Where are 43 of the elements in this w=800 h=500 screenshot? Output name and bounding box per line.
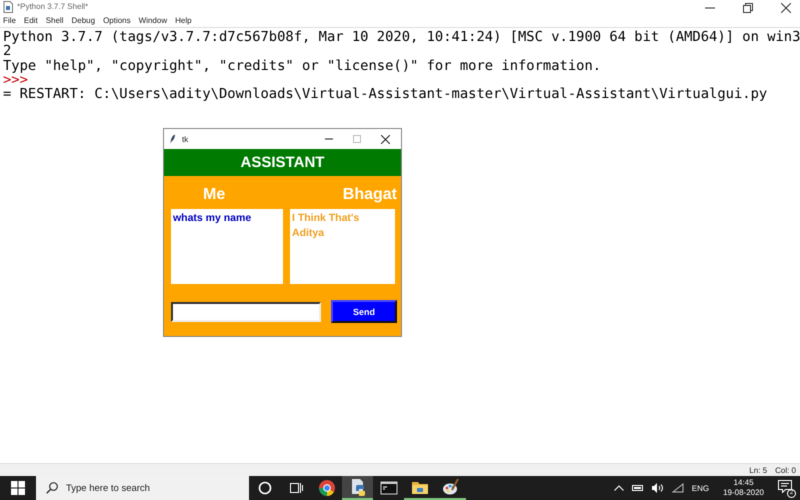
message-text: I Think That's Aditya — [292, 211, 360, 241]
caret-up-icon[interactable] — [614, 485, 624, 491]
clock-date[interactable]: 19-08-2020 — [723, 488, 764, 498]
menu-item[interactable]: Window — [138, 16, 168, 24]
menu-item[interactable]: File — [3, 16, 16, 24]
search-field[interactable]: Type here to search — [36, 476, 249, 500]
close-icon[interactable] — [781, 2, 791, 12]
taskbar-app[interactable] — [342, 476, 373, 500]
feather-icon — [170, 134, 176, 144]
notification-icon[interactable] — [778, 480, 792, 493]
menu-item[interactable]: Debug — [71, 16, 96, 24]
status-text: Ln: 5 — [749, 466, 768, 474]
speaker-icon[interactable] — [652, 483, 664, 493]
column-label: Bhagat — [342, 186, 397, 204]
taskbar-app[interactable] — [435, 476, 466, 500]
battery-icon[interactable] — [632, 484, 644, 492]
windows-logo-icon[interactable] — [11, 481, 25, 495]
column-label: Me — [203, 186, 226, 204]
clock-time[interactable]: 14:45 — [734, 478, 754, 488]
menu-item[interactable]: Options — [103, 16, 131, 24]
window-title: *Python 3.7.7 Shell* — [17, 2, 88, 11]
input-field[interactable] — [171, 302, 321, 322]
shell-output: Python 3.7.7 (tags/v3.7.7:d7c567b08f, Mar 10 2020, 10:41:24) [MSC v.1900 64 bit (AMD64)] on win3 — [3, 30, 800, 44]
shell-output: Type "help", "copyright", "credits" or "license()" for more information. — [3, 58, 602, 73]
app-header: ASSISTANT — [164, 149, 401, 176]
status-text: Col: 0 — [775, 466, 796, 474]
chrome-icon — [318, 479, 336, 497]
menu-item[interactable]: Help — [175, 16, 192, 24]
language-indicator[interactable]: ENG — [692, 484, 710, 492]
shell-output: = RESTART: C:\Users\adity\Downloads\Virtual-Assistant-master\Virtual-Assistant\Virtualgui.py — [3, 87, 768, 102]
message-text: whats my name — [173, 211, 252, 226]
search-icon — [46, 482, 58, 494]
restore-icon[interactable] — [743, 2, 753, 12]
send-button[interactable]: Send — [331, 300, 397, 323]
close-icon[interactable] — [381, 134, 390, 144]
circle-icon — [256, 479, 274, 497]
terminal-icon — [380, 479, 398, 497]
menu-item[interactable]: Edit — [24, 16, 38, 24]
menu-item[interactable]: Shell — [46, 16, 64, 24]
shell-prompt: >>> — [3, 72, 28, 88]
window-title: tk — [182, 134, 188, 144]
paint-palette-icon — [442, 478, 460, 496]
shell-output: 2 — [3, 44, 12, 59]
